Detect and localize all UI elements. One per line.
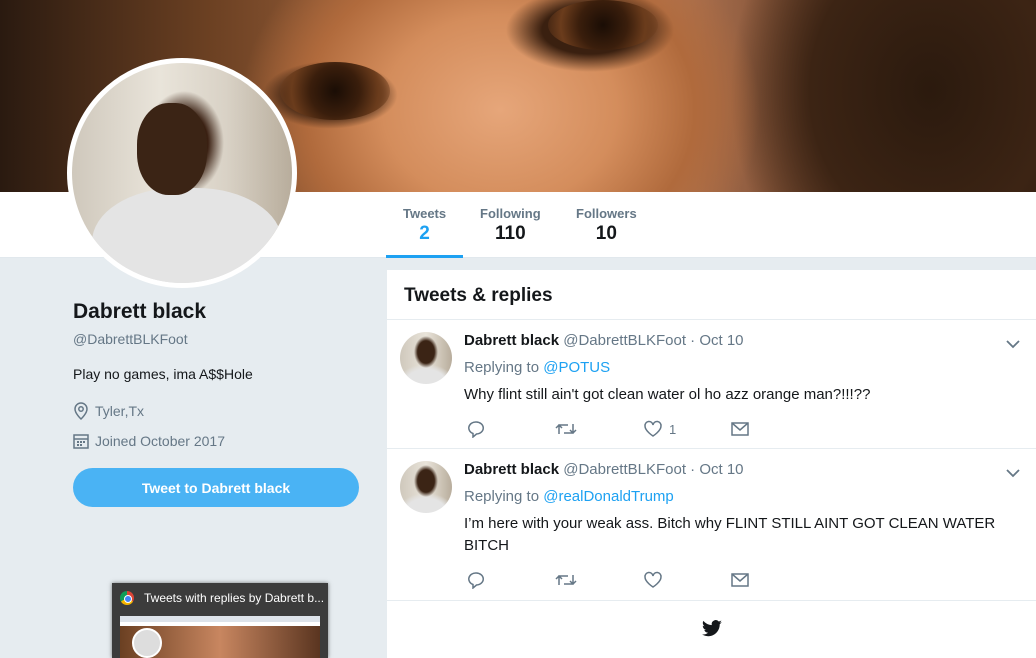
chrome-icon [120, 591, 134, 605]
profile-name[interactable]: Dabrett black [73, 300, 206, 324]
tweet-replying-to: Replying to @POTUS [464, 359, 610, 376]
tab-following[interactable]: Following 110 [480, 206, 541, 245]
tweet-avatar[interactable] [400, 461, 452, 513]
tweet-text: I’m here with your weak ass. Bitch why F… [464, 515, 996, 554]
tab-tweets-label: Tweets [403, 206, 447, 221]
tweet-header: Dabrett black @DabrettBLKFoot · Oct 10 [464, 332, 744, 349]
replying-prefix: Replying to [464, 488, 540, 505]
timeline-footer [387, 600, 1036, 658]
retweet-button[interactable] [555, 572, 643, 588]
tweet-actions: 1 [467, 420, 749, 438]
tab-tweets-count: 2 [419, 223, 430, 244]
profile-location-text: Tyler,Tx [95, 403, 145, 419]
avatar-head [137, 103, 207, 195]
location-pin-icon [74, 402, 88, 420]
taskbar-thumbnail-preview[interactable]: Tweets with replies by Dabrett b... [112, 583, 328, 658]
reply-button[interactable] [467, 571, 555, 589]
banner-eye-left [280, 62, 390, 120]
profile-bio: Play no games, ima A$$Hole [73, 366, 253, 382]
active-tab-indicator [386, 255, 463, 258]
tweet-actions [467, 571, 749, 589]
tab-following-label: Following [480, 206, 541, 221]
reply-icon [468, 572, 484, 589]
tab-followers-label: Followers [576, 206, 637, 221]
like-button[interactable]: 1 [643, 420, 731, 438]
retweet-icon [555, 423, 577, 435]
thumbnail-title-bar: Tweets with replies by Dabrett b... [120, 591, 325, 605]
tweet-item[interactable]: Dabrett black @DabrettBLKFoot · Oct 10 R… [387, 320, 1036, 449]
tweet-handle-date[interactable]: @DabrettBLKFoot · Oct 10 [563, 461, 743, 478]
direct-message-button[interactable] [731, 573, 749, 587]
thumbnail-title: Tweets with replies by Dabrett b... [144, 591, 325, 605]
profile-location: Tyler,Tx [73, 402, 144, 420]
tweet-avatar[interactable] [400, 332, 452, 384]
heart-icon [644, 571, 662, 588]
like-count: 1 [669, 421, 677, 437]
replying-to-link[interactable]: @realDonaldTrump [543, 488, 674, 505]
reply-button[interactable] [467, 420, 555, 438]
tweet-author-name[interactable]: Dabrett black [464, 332, 559, 349]
tab-following-count: 110 [495, 223, 526, 244]
banner-eye-right [548, 0, 658, 50]
avatar-shirt [92, 188, 282, 283]
profile-avatar[interactable] [67, 58, 297, 288]
profile-joined: Joined October 2017 [73, 433, 225, 449]
envelope-icon [731, 422, 749, 436]
tab-followers[interactable]: Followers 10 [576, 206, 637, 245]
retweet-icon [555, 574, 577, 586]
thumbnail-preview-bar [120, 616, 320, 622]
tweet-to-button[interactable]: Tweet to Dabrett black [73, 468, 359, 507]
chevron-down-icon[interactable] [1006, 465, 1020, 483]
calendar-icon [73, 434, 89, 449]
direct-message-button[interactable] [731, 422, 749, 436]
replying-to-link[interactable]: @POTUS [543, 359, 610, 376]
tab-followers-count: 10 [595, 223, 617, 244]
thumbnail-preview-avatar [132, 628, 162, 658]
tweet-header: Dabrett black @DabrettBLKFoot · Oct 10 [464, 461, 744, 478]
tweet-handle-date[interactable]: @DabrettBLKFoot · Oct 10 [563, 332, 743, 349]
replying-prefix: Replying to [464, 359, 540, 376]
reply-icon [468, 421, 484, 438]
chevron-down-icon[interactable] [1006, 336, 1020, 354]
tab-tweets[interactable]: Tweets 2 [403, 206, 446, 245]
timeline: Tweets & replies Dabrett black @DabrettB… [387, 270, 1036, 658]
tweet-text: Why flint still ain't got clean water ol… [464, 386, 871, 403]
tweet-author-name[interactable]: Dabrett black [464, 461, 559, 478]
heart-icon [644, 420, 662, 437]
tweet-item[interactable]: Dabrett black @DabrettBLKFoot · Oct 10 R… [387, 449, 1036, 601]
like-button[interactable] [643, 571, 731, 589]
envelope-icon [731, 573, 749, 587]
twitter-bird-icon [701, 620, 722, 637]
profile-handle: @DabrettBLKFoot [73, 331, 188, 347]
retweet-button[interactable] [555, 421, 643, 437]
timeline-title: Tweets & replies [387, 270, 1036, 320]
tweet-replying-to: Replying to @realDonaldTrump [464, 488, 674, 505]
thumbnail-page-preview [120, 616, 320, 658]
profile-joined-text: Joined October 2017 [95, 433, 225, 449]
